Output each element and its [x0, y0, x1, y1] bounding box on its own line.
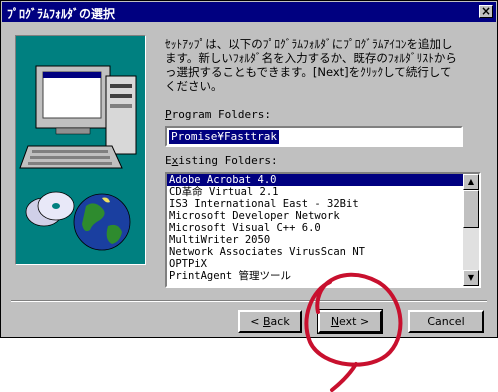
back-button[interactable]: < Back	[238, 310, 302, 333]
program-folders-label: Program Folders:	[165, 108, 271, 121]
existing-folders-label: Existing Folders:	[165, 154, 278, 167]
next-button[interactable]: Next >	[317, 309, 383, 334]
cancel-button-label: Cancel	[427, 315, 465, 328]
list-item[interactable]: Microsoft Visual C++ 6.0	[167, 222, 463, 234]
scroll-up-button[interactable]: ▲	[463, 174, 479, 190]
close-icon: ×	[480, 4, 492, 18]
annotation-tail-icon	[330, 362, 358, 392]
instructions-text: ｾｯﾄｱｯﾌﾟは、以下のﾌﾟﾛｸﾞﾗﾑﾌｫﾙﾀﾞにﾌﾟﾛｸﾞﾗﾑｱｲｺﾝを追加し…	[165, 37, 457, 93]
program-folder-input[interactable]: Promise¥Fasttrak	[165, 126, 463, 147]
list-item[interactable]: Adobe Acrobat 4.0	[167, 174, 463, 186]
existing-folders-label-text: isting Folders:	[178, 154, 278, 167]
setup-illustration	[15, 35, 146, 265]
title-bar[interactable]: ﾌﾟﾛｸﾞﾗﾑﾌｫﾙﾀﾞの選択 ×	[2, 2, 496, 22]
list-item[interactable]: CD革命 Virtual 2.1	[167, 186, 463, 198]
program-folder-value[interactable]: Promise¥Fasttrak	[169, 130, 279, 144]
list-item[interactable]: MultiWriter 2050	[167, 234, 463, 246]
cancel-button[interactable]: Cancel	[408, 310, 484, 333]
list-item[interactable]: PrintAgent 管理ツール	[167, 270, 463, 282]
list-item[interactable]: IS3 International East - 32Bit	[167, 198, 463, 210]
scroll-down-button[interactable]: ▼	[463, 270, 479, 286]
back-button-text: ack	[270, 315, 290, 328]
list-item[interactable]: OPTPiX	[167, 258, 463, 270]
existing-folders-label-prefix: E	[165, 154, 172, 167]
program-folders-mnemonic: P	[165, 108, 172, 121]
close-button[interactable]: ×	[479, 4, 493, 18]
computer-illustration-icon	[16, 36, 145, 264]
program-folders-label-text: rogram Folders:	[171, 108, 271, 121]
back-button-prefix: <	[250, 315, 263, 328]
window-title: ﾌﾟﾛｸﾞﾗﾑﾌｫﾙﾀﾞの選択	[7, 7, 116, 21]
arrow-up-icon: ▲	[467, 177, 475, 186]
back-button-mnemonic: B	[263, 315, 271, 328]
list-item[interactable]: Network Associates VirusScan NT	[167, 246, 463, 258]
button-separator	[11, 300, 487, 302]
next-button-mnemonic: N	[330, 315, 340, 328]
folder-list-items: Adobe Acrobat 4.0 CD革命 Virtual 2.1 IS3 I…	[167, 174, 463, 282]
list-item[interactable]: Microsoft Developer Network	[167, 210, 463, 222]
next-button-text: ext >	[339, 315, 370, 328]
existing-folders-list[interactable]: Adobe Acrobat 4.0 CD革命 Virtual 2.1 IS3 I…	[165, 172, 481, 288]
arrow-down-icon: ▼	[467, 273, 475, 282]
list-scrollbar[interactable]: ▲ ▼	[463, 174, 479, 286]
dialog-window: ﾌﾟﾛｸﾞﾗﾑﾌｫﾙﾀﾞの選択 × ｾｯﾄｱｯﾌﾟは、以下のﾌﾟﾛｸﾞﾗﾑﾌｫﾙ…	[0, 0, 498, 338]
scroll-thumb[interactable]	[463, 190, 479, 228]
